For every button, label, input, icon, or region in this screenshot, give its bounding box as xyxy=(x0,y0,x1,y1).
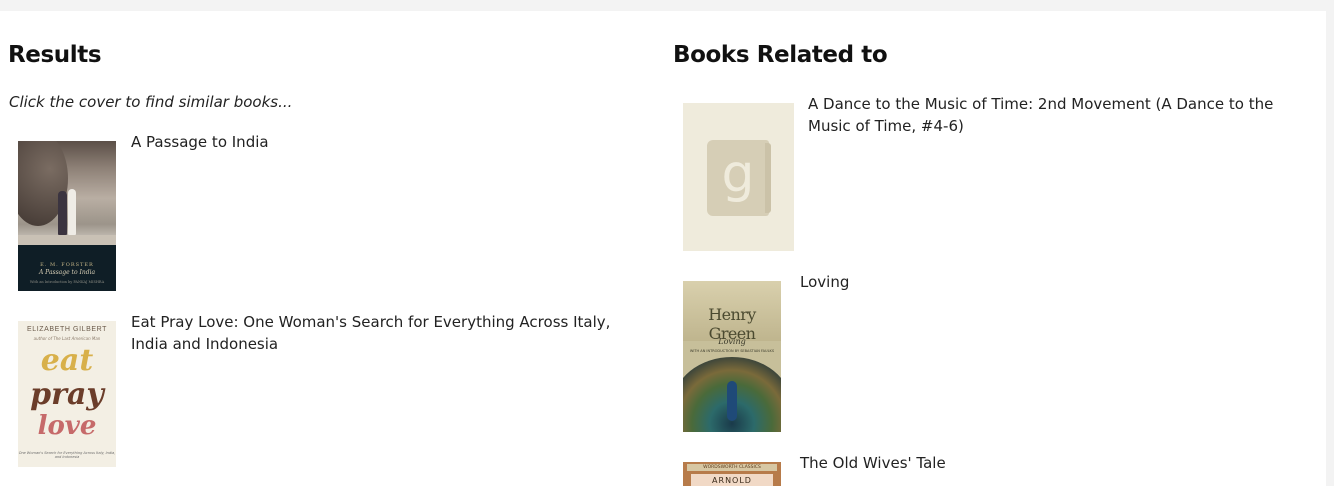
book-cover-eat-pray-love[interactable]: ELIZABETH GILBERT author of The Last Ame… xyxy=(18,321,116,467)
cover-series: WORDSWORTH CLASSICS xyxy=(703,465,761,470)
book-cover-passage-to-india[interactable]: E. M. FORSTER A Passage to India With an… xyxy=(18,141,116,291)
cover-word-eat: eat xyxy=(40,343,94,378)
book-title-passage-to-india[interactable]: A Passage to India xyxy=(131,131,631,153)
cover-word-love: love xyxy=(37,411,97,441)
page-content: Results Click the cover to find similar … xyxy=(0,11,1326,486)
book-title-loving[interactable]: Loving xyxy=(800,271,1100,293)
book-title-dance-to-the-music[interactable]: A Dance to the Music of Time: 2nd Moveme… xyxy=(808,93,1313,137)
cover-title: Loving xyxy=(718,337,746,346)
cover-title: A Passage to India xyxy=(38,269,96,276)
book-cover-old-wives-tale[interactable]: WORDSWORTH CLASSICS ARNOLD xyxy=(683,462,781,486)
cover-hint: Click the cover to find similar books... xyxy=(9,93,293,111)
cover-author: E. M. FORSTER xyxy=(40,262,94,268)
cover-intro: WITH AN INTRODUCTION BY SEBASTIAN FAULKS xyxy=(689,349,775,353)
cover-intro: With an Introduction by PANKAJ MISHRA xyxy=(29,280,105,284)
cover-author: ELIZABETH GILBERT xyxy=(26,326,108,333)
book-title-old-wives-tale[interactable]: The Old Wives' Tale xyxy=(800,452,1100,474)
goodreads-placeholder-icon: g xyxy=(707,140,771,216)
book-cover-loving[interactable]: Henry Green Loving WITH AN INTRODUCTION … xyxy=(683,281,781,432)
cover-author: ARNOLD xyxy=(712,476,752,485)
cover-tagline: One Woman's Search for Everything Across… xyxy=(18,451,116,459)
scrollbar[interactable] xyxy=(1326,11,1334,486)
book-title-eat-pray-love[interactable]: Eat Pray Love: One Woman's Search for Ev… xyxy=(131,311,641,355)
related-heading: Books Related to xyxy=(673,42,888,68)
book-cover-dance-to-the-music[interactable]: g xyxy=(683,103,794,251)
results-heading: Results xyxy=(8,42,102,68)
cover-word-pray: pray xyxy=(30,377,104,412)
cover-subtitle: author of The Last American Man xyxy=(33,336,101,341)
